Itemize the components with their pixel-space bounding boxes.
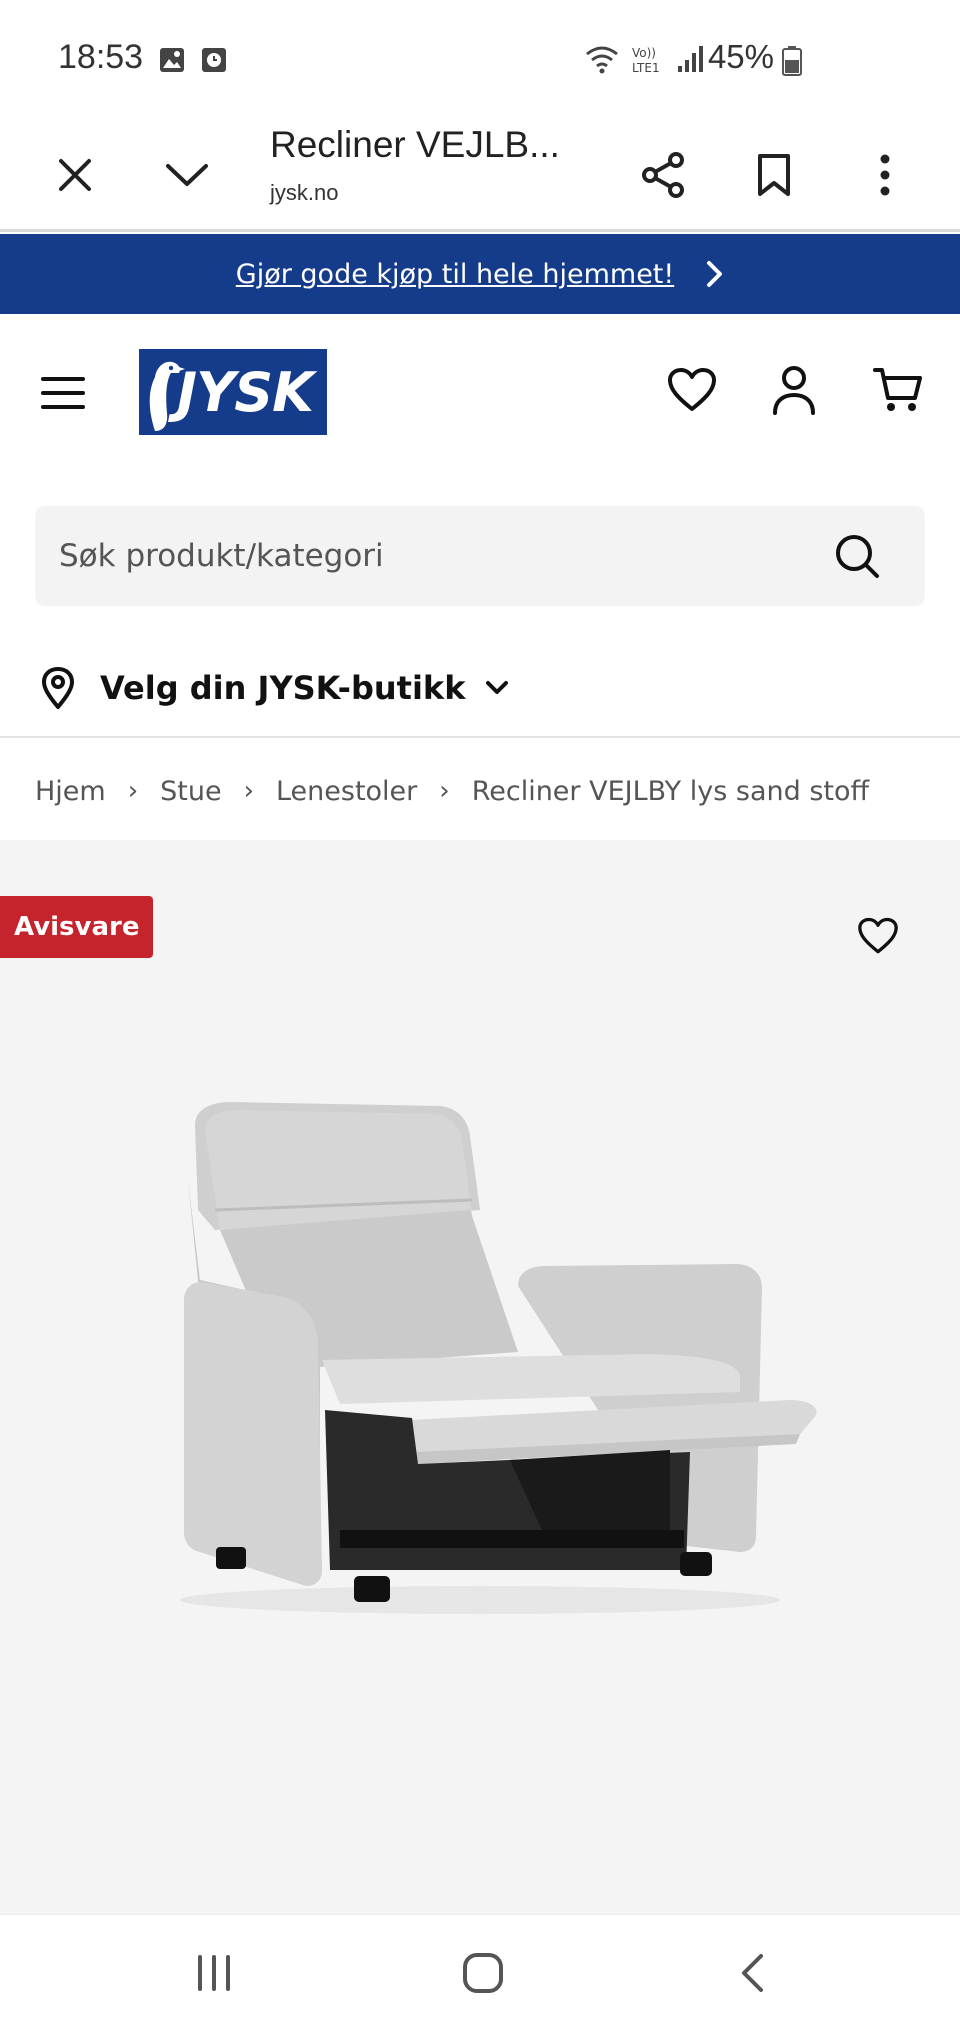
back-icon: [742, 1954, 763, 1992]
search-bar: [35, 506, 925, 606]
divider: [0, 736, 960, 738]
home-button[interactable]: [453, 1943, 513, 2003]
account-button[interactable]: [764, 360, 824, 420]
battery-percent: 45%: [707, 38, 774, 75]
svg-text:LTE1: LTE1: [632, 61, 660, 74]
product-gallery: Avisvare: [0, 840, 960, 1914]
site-header: JYSK: [0, 314, 960, 474]
more-options-button[interactable]: [855, 145, 915, 205]
status-time: 18:53: [58, 38, 144, 76]
promo-banner[interactable]: Gjør gode kjøp til hele hjemmet!: [0, 234, 960, 314]
svg-text:Vo)): Vo)): [632, 46, 656, 60]
more-vertical-icon: [880, 154, 890, 196]
minimize-tab-button[interactable]: [157, 145, 217, 205]
search-icon: [836, 535, 879, 578]
breadcrumb-separator: ›: [243, 776, 254, 806]
promo-link[interactable]: Gjør gode kjøp til hele hjemmet!: [236, 259, 674, 290]
recent-apps-icon: [198, 1955, 230, 1991]
chevron-down-icon: [166, 164, 208, 186]
jysk-logo[interactable]: JYSK: [139, 349, 327, 435]
wifi-icon: [586, 46, 618, 74]
breadcrumb-item-current: Recliner VEJLBY lys sand stoff: [471, 775, 870, 807]
breadcrumb-separator: ›: [439, 776, 450, 806]
add-to-favorites-button[interactable]: [848, 906, 908, 966]
page-url: jysk.no: [270, 180, 339, 205]
clock-notification-icon: [202, 48, 226, 72]
chevron-right-icon: [707, 261, 723, 287]
status-bar: 18:53 Vo)) LTE1 45%: [0, 0, 960, 110]
bookmark-icon: [758, 154, 790, 196]
heart-icon: [668, 368, 716, 411]
chevron-down-icon: [486, 681, 509, 694]
product-image-recliner[interactable]: [150, 1100, 830, 1620]
user-icon: [773, 366, 815, 415]
breadcrumb-item-home[interactable]: Hjem: [35, 776, 106, 807]
store-selector[interactable]: Velg din JYSK-butikk: [0, 640, 960, 736]
breadcrumb: Hjem › Stue › Lenestoler › Recliner VEJL…: [35, 766, 869, 816]
search-button[interactable]: [829, 528, 885, 584]
volte-icon: Vo))LTE1: [632, 46, 660, 74]
page-title: Recliner VEJLB...: [270, 124, 560, 165]
heart-icon: [858, 917, 898, 954]
cart-icon: [873, 368, 922, 411]
breadcrumb-item-lenestoler[interactable]: Lenestoler: [276, 776, 417, 807]
gallery-notification-icon: [160, 48, 184, 72]
home-icon: [463, 1953, 503, 1993]
battery-icon: [782, 46, 802, 76]
share-icon: [642, 152, 684, 198]
breadcrumb-item-stue[interactable]: Stue: [160, 776, 221, 807]
close-icon: [59, 159, 91, 191]
back-button[interactable]: [722, 1943, 782, 2003]
cart-button[interactable]: [868, 360, 928, 420]
hamburger-icon: [41, 377, 85, 409]
share-button[interactable]: [633, 145, 693, 205]
browser-toolbar: Recliner VEJLB... jysk.no: [0, 110, 960, 232]
recent-apps-button[interactable]: [184, 1943, 244, 2003]
favorites-button[interactable]: [662, 360, 722, 420]
signal-icon: [678, 46, 703, 72]
location-pin-icon: [42, 667, 74, 709]
breadcrumb-separator: ›: [127, 776, 139, 806]
menu-button[interactable]: [33, 363, 93, 423]
search-input[interactable]: [59, 506, 799, 606]
bookmark-button[interactable]: [744, 145, 804, 205]
system-navigation-bar: [0, 1914, 960, 2027]
store-selector-label: Velg din JYSK-butikk: [100, 669, 466, 707]
close-tab-button[interactable]: [45, 145, 105, 205]
product-badge: Avisvare: [0, 896, 154, 958]
logo-text: JYSK: [177, 361, 314, 424]
